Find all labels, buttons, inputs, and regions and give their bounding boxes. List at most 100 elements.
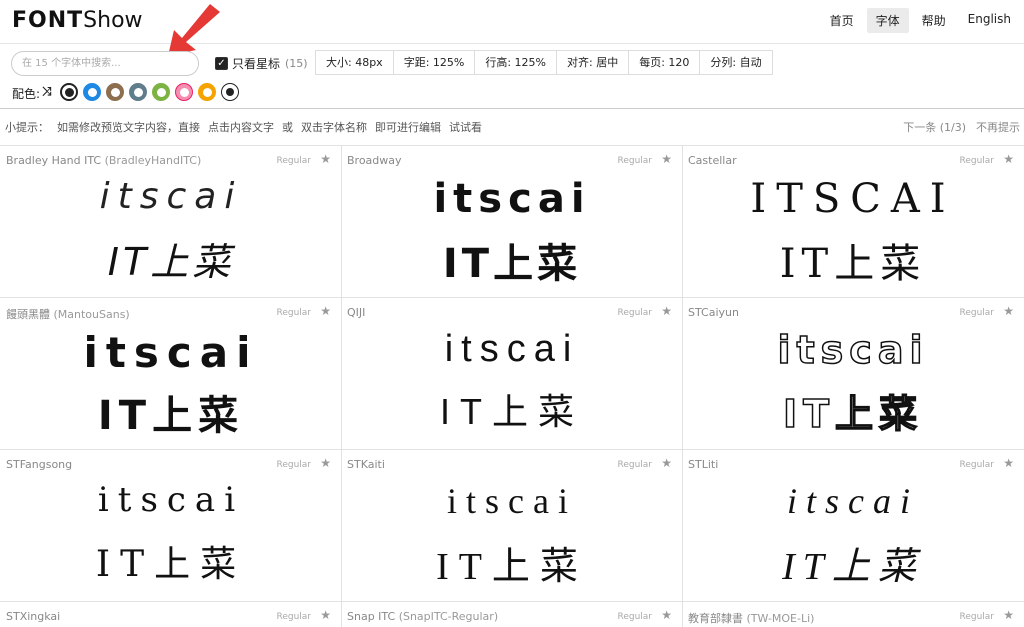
- star-icon[interactable]: ★: [661, 304, 672, 318]
- preview-line-2[interactable]: IT上菜: [682, 231, 1024, 289]
- tip-next-link[interactable]: 下一条 (1/3): [903, 121, 966, 134]
- font-name[interactable]: Castellar: [688, 154, 737, 167]
- font-name-text: QIJI: [347, 306, 366, 319]
- tip-dismiss-link[interactable]: 不再提示: [976, 121, 1020, 134]
- star-icon[interactable]: ★: [320, 608, 331, 622]
- font-style: Regular: [959, 156, 994, 166]
- setting-letter-spacing[interactable]: 字距: 125%: [392, 51, 475, 74]
- preview-line-2[interactable]: IT上菜: [0, 231, 341, 286]
- font-name[interactable]: 教育部隸書 (TW-MOE-Li): [688, 610, 814, 626]
- font-card: Castellar Regular ★ ITSCAI IT上菜: [682, 146, 1024, 298]
- preview-settings: 大小: 48px 字距: 125% 行高: 125% 对齐: 居中 每页: 12…: [315, 50, 773, 75]
- preview-line-1[interactable]: itscai: [0, 480, 341, 520]
- font-name-text: STXingkai: [6, 610, 61, 623]
- color-swatch-slate[interactable]: [129, 83, 147, 101]
- font-card: Bradley Hand ITC (BradleyHandITC) Regula…: [0, 146, 342, 298]
- setting-per-page[interactable]: 每页: 120: [628, 51, 699, 74]
- star-only-toggle[interactable]: ✓ 只看星标 (15): [215, 55, 308, 72]
- font-name[interactable]: QIJI: [347, 306, 365, 319]
- logo-light-text: Show: [83, 8, 143, 33]
- setting-align[interactable]: 对齐: 居中: [556, 51, 628, 74]
- color-swatch-blue[interactable]: [83, 83, 101, 101]
- preview-line-1[interactable]: itscai: [682, 327, 1024, 373]
- tip-part-6: 试试看: [449, 121, 482, 134]
- tip-prefix: 小提示：: [5, 121, 49, 134]
- tip-part-2: 点击内容文字: [208, 121, 274, 134]
- preview-line-2[interactable]: IT上菜: [0, 383, 341, 441]
- font-style: Regular: [276, 156, 311, 166]
- font-name-text: Snap ITC: [347, 610, 396, 623]
- color-swatch-brown[interactable]: [106, 83, 124, 101]
- font-name-text: STCaiyun: [688, 306, 739, 319]
- font-style: Regular: [276, 612, 311, 622]
- color-swatch-custom-icon[interactable]: [221, 83, 239, 101]
- star-icon[interactable]: ★: [1003, 456, 1014, 470]
- font-search-input[interactable]: [11, 51, 199, 76]
- font-card: 教育部隸書 (TW-MOE-Li) Regular ★: [682, 602, 1024, 627]
- preview-line-2[interactable]: IT上菜: [341, 383, 682, 435]
- tip-actions: 下一条 (1/3) 不再提示: [893, 119, 1020, 135]
- font-name[interactable]: 饅頭黑體 (MantouSans): [6, 306, 130, 322]
- font-style: Regular: [617, 612, 652, 622]
- font-name[interactable]: STKaiti: [347, 458, 385, 471]
- site-logo[interactable]: FONTShow: [12, 8, 143, 33]
- font-name[interactable]: Snap ITC (SnapITC-Regular): [347, 610, 498, 623]
- font-name[interactable]: STXingkai: [6, 610, 60, 623]
- tip-text: 小提示： 如需修改预览文字内容，直接 点击内容文字或双击字体名称 即可进行编辑 试试看: [5, 119, 490, 135]
- font-card: STKaiti Regular ★ itscai IT上菜: [341, 450, 683, 602]
- font-style: Regular: [276, 308, 311, 318]
- font-name-text: Broadway: [347, 154, 402, 167]
- font-card: QIJI Regular ★ itscai IT上菜: [341, 298, 683, 450]
- font-name-text: 教育部隸書: [688, 612, 743, 625]
- color-scheme-label: 配色:: [12, 87, 41, 101]
- preview-line-2[interactable]: IT上菜: [341, 535, 682, 590]
- nav-fonts[interactable]: 字体: [866, 8, 909, 33]
- star-icon[interactable]: ★: [320, 304, 331, 318]
- preview-line-2[interactable]: IT上菜: [341, 231, 682, 289]
- font-name[interactable]: STCaiyun: [688, 306, 739, 319]
- preview-line-1[interactable]: ITSCAI: [682, 176, 1024, 222]
- font-style: Regular: [617, 460, 652, 470]
- star-icon[interactable]: ★: [1003, 152, 1014, 166]
- star-icon[interactable]: ★: [1003, 304, 1014, 318]
- preview-line-1[interactable]: itscai: [0, 328, 341, 377]
- setting-columns[interactable]: 分列: 自动: [699, 51, 771, 74]
- star-icon[interactable]: ★: [661, 152, 672, 166]
- font-name[interactable]: Bradley Hand ITC (BradleyHandITC): [6, 154, 201, 167]
- font-name[interactable]: STFangsong: [6, 458, 72, 471]
- font-card: STFangsong Regular ★ itscai IT上菜: [0, 450, 342, 602]
- nav-english[interactable]: English: [959, 8, 1020, 33]
- star-icon[interactable]: ★: [320, 152, 331, 166]
- setting-size[interactable]: 大小: 48px: [316, 51, 393, 74]
- star-icon[interactable]: ★: [661, 456, 672, 470]
- color-swatch-orange[interactable]: [198, 83, 216, 101]
- font-card: STCaiyun Regular ★ itscai IT上菜: [682, 298, 1024, 450]
- star-icon[interactable]: ★: [1003, 608, 1014, 622]
- color-swatch-pink[interactable]: [175, 83, 193, 101]
- font-alt-name: (MantouSans): [53, 308, 130, 321]
- preview-line-1[interactable]: itscai: [0, 176, 341, 217]
- star-only-checkbox[interactable]: ✓: [215, 57, 228, 70]
- nav-home[interactable]: 首页: [821, 8, 863, 33]
- nav-help[interactable]: 帮助: [913, 8, 955, 33]
- preview-line-1[interactable]: itscai: [341, 328, 682, 371]
- star-icon[interactable]: ★: [661, 608, 672, 622]
- color-swatch-green[interactable]: [152, 83, 170, 101]
- shuffle-icon[interactable]: ⤨: [42, 84, 52, 99]
- main-nav: 首页 字体 帮助 English: [821, 8, 1024, 33]
- preview-line-1[interactable]: itscai: [682, 480, 1024, 522]
- font-card: Broadway Regular ★ itscai IT上菜: [341, 146, 683, 298]
- preview-line-2[interactable]: IT上菜: [682, 383, 1024, 438]
- setting-line-height[interactable]: 行高: 125%: [474, 51, 556, 74]
- color-swatch-black[interactable]: [60, 83, 78, 101]
- star-icon[interactable]: ★: [320, 456, 331, 470]
- font-style: Regular: [617, 156, 652, 166]
- font-name[interactable]: STLiti: [688, 458, 718, 471]
- font-name[interactable]: Broadway: [347, 154, 402, 167]
- preview-line-1[interactable]: itscai: [341, 480, 682, 522]
- preview-line-1[interactable]: itscai: [341, 176, 682, 222]
- preview-line-2[interactable]: IT上菜: [682, 535, 1024, 590]
- preview-line-2[interactable]: IT上菜: [0, 535, 341, 587]
- font-alt-name: (TW-MOE-Li): [746, 612, 815, 625]
- font-card: STXingkai Regular ★: [0, 602, 342, 627]
